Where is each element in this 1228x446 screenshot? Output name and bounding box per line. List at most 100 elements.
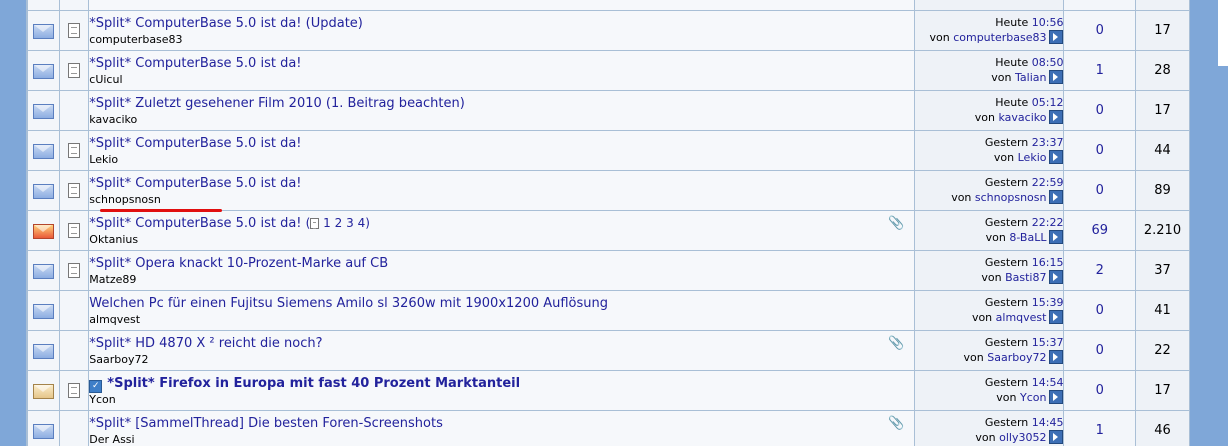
thread-title-link[interactable]: *Split* Firefox in Europa mit fast 40 Pr…: [107, 376, 520, 391]
thread-starter[interactable]: Lekio: [89, 153, 914, 167]
replies-count-link[interactable]: 0: [1096, 103, 1104, 118]
envelope-icon: [33, 383, 55, 399]
last-post-user-link[interactable]: 8-BaLL: [1009, 231, 1046, 244]
thread-title-link[interactable]: *Split* ComputerBase 5.0 ist da! (Update…: [89, 16, 363, 31]
thread-title-link[interactable]: *Split* [SammelThread] Die besten Foren-…: [89, 416, 443, 431]
thread-row: Welchen Pc für einen Fujitsu Siemens Ami…: [28, 291, 1189, 330]
views-cell: 41: [1135, 291, 1189, 330]
replies-count-link[interactable]: 0: [1096, 183, 1104, 198]
document-icon: [68, 143, 81, 158]
thread-title-cell: 📎 *Split* [SammelThread] Die besten Foren…: [89, 411, 915, 446]
thread-title-link[interactable]: *Split* ComputerBase 5.0 ist da!: [89, 176, 301, 191]
goto-last-post-icon[interactable]: [1049, 110, 1064, 124]
views-cell: 89: [1135, 171, 1189, 210]
goto-last-post-icon[interactable]: [1049, 390, 1064, 404]
thread-starter[interactable]: cUicul: [89, 73, 914, 87]
thread-title-link[interactable]: *Split* ComputerBase 5.0 ist da!: [89, 136, 301, 151]
envelope-icon: [33, 343, 55, 359]
last-post-user-link[interactable]: Saarboy72: [987, 351, 1046, 364]
thread-title-cell: 📎 *Split* HD 4870 X ² reicht die noch? Saa…: [89, 331, 915, 370]
views-count: 41: [1154, 303, 1171, 318]
page-link[interactable]: 4: [358, 216, 366, 230]
views-count: 22: [1154, 343, 1171, 358]
thread-list-frame: Bartlo von Kipsawo *Split* ComputerBase 5…: [26, 0, 1190, 446]
replies-cell: 2: [1064, 251, 1135, 290]
replies-cell: 69: [1064, 211, 1135, 250]
replies-count-link[interactable]: 0: [1096, 343, 1104, 358]
thread-starter[interactable]: Saarboy72: [89, 353, 914, 367]
last-post-time: 08:50: [1031, 56, 1064, 69]
replies-count-link[interactable]: 0: [1096, 143, 1104, 158]
replies-count-link[interactable]: 2: [1096, 263, 1104, 278]
thread-starter[interactable]: Matze89: [89, 273, 914, 287]
multipage-icon: [310, 218, 320, 229]
goto-last-post-icon[interactable]: [1049, 70, 1064, 84]
goto-last-post-icon[interactable]: [1049, 190, 1064, 204]
last-post-time: 15:39: [1031, 296, 1064, 309]
thread-title-link[interactable]: *Split* Zuletzt gesehener Film 2010 (1. …: [89, 96, 465, 111]
last-post-cell: Heute 08:50 von Talian: [915, 51, 1064, 90]
last-post-user-link[interactable]: olly3052: [999, 431, 1046, 444]
thread-row: *Split* Zuletzt gesehener Film 2010 (1. …: [28, 91, 1189, 130]
last-post-time: 16:15: [1031, 256, 1064, 269]
replies-count-link[interactable]: 69: [1091, 223, 1108, 238]
goto-last-post-icon[interactable]: [1049, 310, 1064, 324]
thread-starter[interactable]: schnopsnosn: [89, 193, 914, 207]
document-icon: [68, 263, 81, 278]
thread-status-cell: [28, 11, 60, 50]
thread-row: 📎 *Split* ComputerBase 5.0 ist da! ( 1 2 …: [28, 211, 1189, 250]
thread-starter[interactable]: kavaciko: [89, 113, 914, 127]
last-post-user-link[interactable]: Lekio: [1018, 151, 1047, 164]
views-count: 37: [1154, 263, 1171, 278]
last-post-user-link[interactable]: computerbase83: [953, 31, 1046, 44]
last-post-cell: Gestern 15:39 von almqvest: [915, 291, 1064, 330]
last-post-user-link[interactable]: Talian: [1015, 71, 1046, 84]
replies-count-link[interactable]: 1: [1096, 423, 1104, 438]
thread-starter[interactable]: Der Assi: [89, 433, 914, 446]
thread-title-link[interactable]: *Split* HD 4870 X ² reicht die noch?: [89, 336, 322, 351]
last-post-user-link[interactable]: Basti87: [1005, 271, 1046, 284]
thread-starter[interactable]: Oktanius: [89, 233, 914, 247]
by-label: von: [974, 111, 995, 124]
goto-last-post-icon[interactable]: [1049, 430, 1064, 444]
thread-starter[interactable]: almqvest: [89, 313, 914, 327]
replies-count-link[interactable]: 0: [1096, 383, 1104, 398]
last-post-user-link[interactable]: almqvest: [996, 311, 1047, 324]
goto-last-post-icon[interactable]: [1049, 270, 1064, 284]
last-post-user-link[interactable]: Ycon: [1020, 391, 1046, 404]
side-panel-edge: [1218, 0, 1228, 66]
thread-title-link[interactable]: *Split* Opera knackt 10-Prozent-Marke au…: [89, 256, 388, 271]
views-cell: 2.210: [1135, 211, 1189, 250]
thread-title-link[interactable]: *Split* ComputerBase 5.0 ist da!: [89, 216, 301, 231]
thread-row: *Split* ComputerBase 5.0 ist da! Lekio Ges…: [28, 131, 1189, 170]
by-label: von: [963, 351, 984, 364]
page-link[interactable]: 2: [335, 216, 343, 230]
thread-row: *Split* ComputerBase 5.0 ist da! (Update…: [28, 11, 1189, 50]
goto-last-post-icon[interactable]: [1049, 230, 1064, 244]
replies-count-link[interactable]: 0: [1096, 303, 1104, 318]
by-label: von: [981, 271, 1002, 284]
thread-row: *Split* ComputerBase 5.0 ist da! schnopsn…: [28, 171, 1189, 210]
replies-count-link[interactable]: 1: [1096, 63, 1104, 78]
thread-starter[interactable]: computerbase83: [89, 33, 914, 47]
thread-title-cell: *Split* ComputerBase 5.0 ist da! schnopsn…: [89, 171, 915, 210]
by-label: von: [993, 151, 1015, 164]
goto-last-post-icon[interactable]: [1049, 30, 1064, 44]
document-icon: [68, 183, 81, 198]
thread-title-link[interactable]: *Split* ComputerBase 5.0 ist da!: [89, 56, 301, 71]
last-post-user-link[interactable]: schnopsnosn: [975, 191, 1047, 204]
thread-starter[interactable]: Ycon: [89, 393, 914, 407]
last-post-user-link[interactable]: kavaciko: [999, 111, 1047, 124]
post-icon-cell: [60, 211, 89, 250]
replies-count-link[interactable]: 0: [1096, 23, 1104, 38]
page-link[interactable]: 1: [323, 216, 331, 230]
replies-cell: 0: [1064, 91, 1135, 130]
replies-cell: 0: [1064, 371, 1135, 410]
post-icon-cell: [60, 411, 89, 446]
goto-last-post-icon[interactable]: [1049, 150, 1064, 164]
views-cell: 44: [1135, 131, 1189, 170]
thread-title-cell: *Split* Zuletzt gesehener Film 2010 (1. …: [89, 91, 915, 130]
page-link[interactable]: 3: [346, 216, 354, 230]
goto-last-post-icon[interactable]: [1049, 350, 1064, 364]
thread-title-link[interactable]: Welchen Pc für einen Fujitsu Siemens Ami…: [89, 296, 608, 311]
